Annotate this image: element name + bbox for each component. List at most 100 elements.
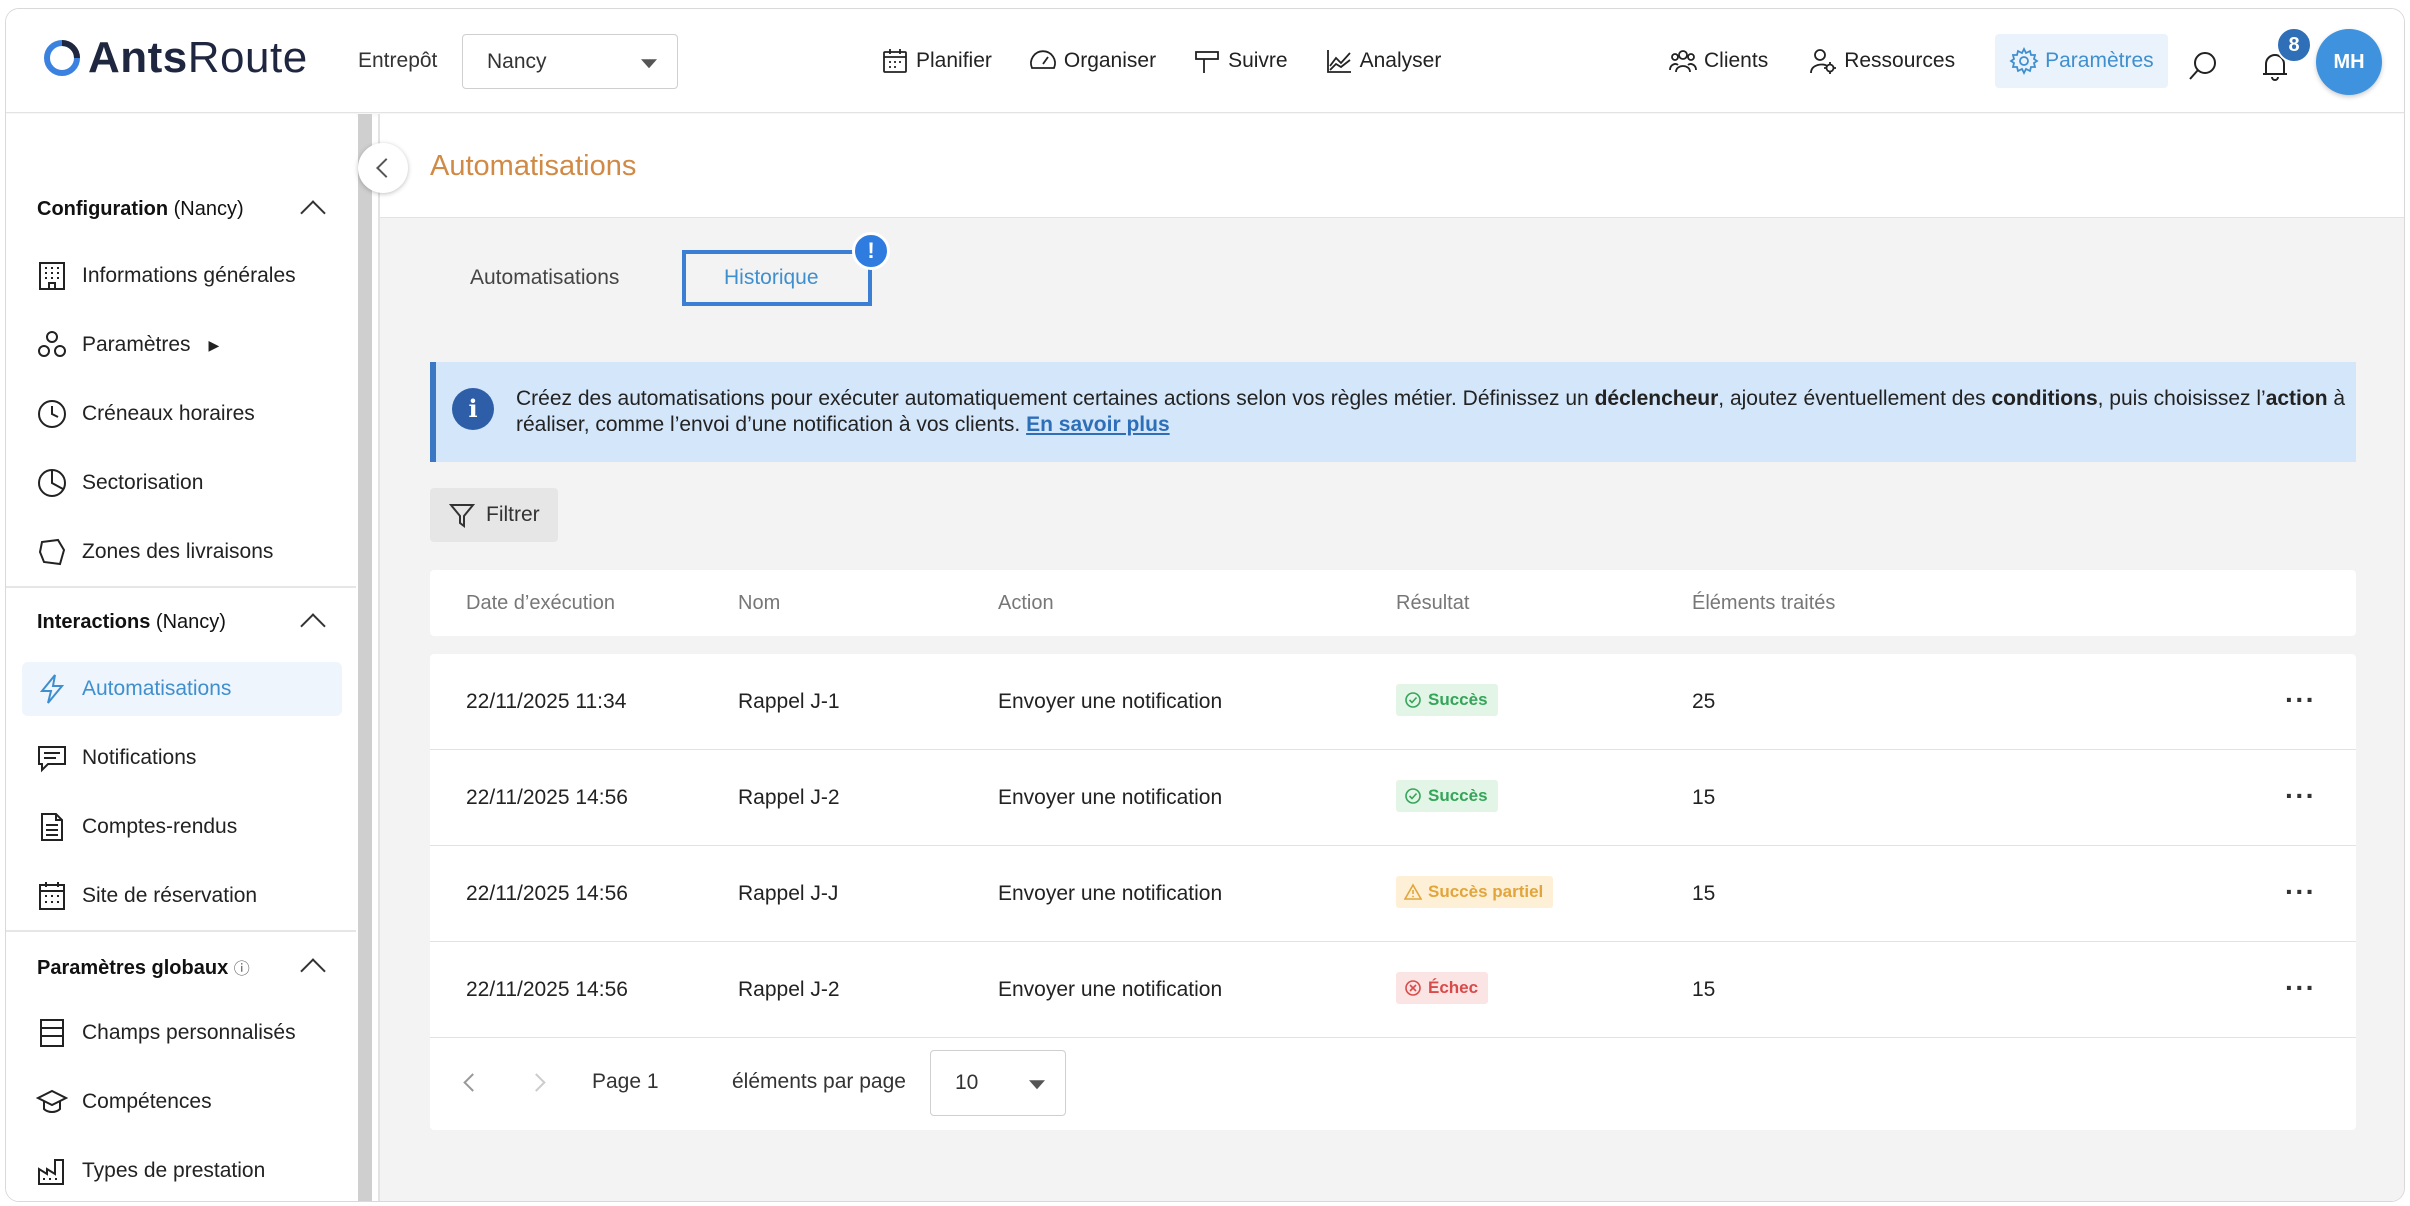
- chevron-right-icon[interactable]: [527, 1073, 546, 1092]
- tab-automatisations[interactable]: Automatisations: [470, 266, 619, 290]
- cell-name: Rappel J-2: [738, 978, 840, 1001]
- info-icon: i: [452, 388, 494, 430]
- check-circle-icon: [1405, 692, 1421, 708]
- antsroute-logo[interactable]: AntsRoute: [42, 33, 308, 83]
- main-nav: Planifier Organiser Suivre Analyser: [880, 9, 1441, 113]
- sidebar-item-zones-des-livraisons[interactable]: Zones des livraisons: [32, 525, 342, 579]
- error-circle-icon: [1405, 980, 1421, 996]
- per-page-select[interactable]: 10: [930, 1050, 1066, 1116]
- nav-suivre[interactable]: Suivre: [1192, 46, 1288, 76]
- sidebar-item-label: Paramètres: [82, 333, 191, 356]
- chevron-up-icon[interactable]: [300, 200, 326, 226]
- user-gear-icon: [1810, 49, 1837, 74]
- section-header-interactions[interactable]: Interactions (Nancy): [37, 611, 226, 634]
- check-circle-icon: [1405, 788, 1421, 804]
- top-header: AntsRoute Entrepôt Nancy Planifier Organ…: [6, 9, 2404, 113]
- nav-clients[interactable]: Clients: [1668, 46, 1768, 76]
- section-suffix: (Nancy): [150, 611, 226, 633]
- chevron-up-icon[interactable]: [300, 613, 326, 639]
- pie-icon: [38, 469, 66, 497]
- chevron-left-icon: [375, 158, 396, 178]
- column-header-resultat[interactable]: Résultat: [1396, 592, 1469, 615]
- learn-more-link[interactable]: En savoir plus: [1026, 413, 1170, 436]
- info-banner: i Créez des automatisations pour exécute…: [430, 362, 2356, 462]
- sidebar-item-automatisations[interactable]: Automatisations: [22, 662, 342, 716]
- signpost-icon: [1195, 51, 1219, 73]
- cell-count: 15: [1692, 882, 1716, 905]
- sidebar-item-competences[interactable]: Compétences: [32, 1075, 342, 1129]
- section-header-parametres-globaux[interactable]: Paramètres globaux ⓘ: [37, 955, 250, 980]
- cell-date: 22/11/2025 14:56: [466, 786, 628, 809]
- history-table: 22/11/2025 11:34 Rappel J-1 Envoyer une …: [430, 654, 2356, 1130]
- filter-icon: [448, 504, 476, 528]
- sidebar-item-label: Comptes-rendus: [82, 815, 238, 838]
- warehouse-select[interactable]: Nancy: [462, 34, 678, 89]
- filter-button[interactable]: Filtrer: [430, 488, 558, 542]
- nav-ressources-label: Ressources: [1844, 49, 1956, 72]
- more-options-icon[interactable]: ···: [2285, 780, 2316, 812]
- app-window: AntsRoute Entrepôt Nancy Planifier Organ…: [5, 8, 2405, 1202]
- page-indicator: Page 1: [592, 1070, 659, 1093]
- graduation-icon: [36, 1089, 68, 1113]
- info-icon: ⓘ: [233, 961, 250, 978]
- more-options-icon[interactable]: ···: [2285, 684, 2316, 716]
- nav-analyser-label: Analyser: [1359, 49, 1442, 72]
- column-header-action[interactable]: Action: [998, 592, 1054, 615]
- sidebar-item-creneaux-horaires[interactable]: Créneaux horaires: [32, 387, 342, 441]
- cell-count: 15: [1692, 786, 1716, 809]
- table-row[interactable]: 22/11/2025 14:56 Rappel J-2 Envoyer une …: [430, 750, 2356, 846]
- cell-date: 22/11/2025 11:34: [466, 690, 627, 713]
- cell-count: 15: [1692, 978, 1716, 1001]
- column-header-nom[interactable]: Nom: [738, 592, 780, 615]
- section-divider: [6, 930, 356, 932]
- more-options-icon[interactable]: ···: [2285, 876, 2316, 908]
- page-header: Automatisations: [380, 114, 2404, 218]
- clock-icon: [38, 400, 66, 428]
- search-button[interactable]: [2186, 49, 2220, 83]
- notification-count-badge: 8: [2276, 27, 2312, 63]
- nav-ressources[interactable]: Ressources: [1808, 46, 1955, 76]
- sidebar-item-sectorisation[interactable]: Sectorisation: [32, 456, 342, 510]
- table-header: Date d’exécution Nom Action Résultat Élé…: [430, 570, 2356, 636]
- tab-historique[interactable]: Historique: [682, 250, 872, 306]
- nav-planifier[interactable]: Planifier: [880, 46, 992, 76]
- section-header-configuration[interactable]: Configuration (Nancy): [37, 198, 244, 221]
- search-icon: [2189, 52, 2216, 80]
- table-row[interactable]: 22/11/2025 11:34 Rappel J-1 Envoyer une …: [430, 654, 2356, 750]
- sidebar-scrollbar[interactable]: [358, 114, 372, 1201]
- users-icon: [1669, 50, 1697, 73]
- sidebar-item-label: Site de réservation: [82, 884, 258, 907]
- message-icon: [38, 746, 66, 773]
- table-row[interactable]: 22/11/2025 14:56 Rappel J-J Envoyer une …: [430, 846, 2356, 942]
- sidebar-item-types-de-prestation[interactable]: Types de prestation: [32, 1144, 342, 1198]
- status-badge: Succès: [1396, 780, 1498, 812]
- user-avatar[interactable]: MH: [2316, 29, 2382, 95]
- table-row[interactable]: 22/11/2025 14:56 Rappel J-2 Envoyer une …: [430, 942, 2356, 1038]
- collapse-sidebar-button[interactable]: [358, 143, 408, 193]
- sidebar-item-champs-personnalises[interactable]: Champs personnalisés: [32, 1006, 342, 1060]
- cell-name: Rappel J-1: [738, 690, 840, 713]
- more-options-icon[interactable]: ···: [2285, 972, 2316, 1004]
- nav-analyser[interactable]: Analyser: [1324, 46, 1442, 76]
- sidebar-item-informations-generales[interactable]: Informations générales: [32, 249, 342, 303]
- sidebar-item-site-de-reservation[interactable]: Site de réservation: [32, 869, 342, 923]
- cell-action: Envoyer une notification: [998, 786, 1223, 809]
- nav-parametres[interactable]: Paramètres: [1995, 34, 2168, 88]
- warehouse-label: Entrepôt: [358, 49, 438, 72]
- sidebar-item-notifications[interactable]: Notifications: [32, 731, 342, 785]
- nav-clients-label: Clients: [1704, 49, 1769, 72]
- sidebar-item-comptes-rendus[interactable]: Comptes-rendus: [32, 800, 342, 854]
- logo-light: Route: [187, 33, 308, 82]
- alert-badge-icon: !: [852, 232, 890, 270]
- nav-organiser[interactable]: Organiser: [1028, 46, 1156, 76]
- warning-icon: [1404, 883, 1422, 900]
- column-header-date[interactable]: Date d’exécution: [466, 592, 615, 615]
- bolt-icon: [39, 674, 65, 704]
- sidebar-item-parametres[interactable]: Paramètres ▶: [32, 318, 342, 372]
- main-content: Automatisations Automatisations Historiq…: [380, 114, 2404, 1201]
- chevron-up-icon[interactable]: [300, 958, 326, 984]
- chevron-left-icon[interactable]: [463, 1073, 482, 1092]
- section-title: Interactions: [37, 611, 151, 633]
- column-header-elements[interactable]: Éléments traités: [1692, 592, 1835, 615]
- sidebar-item-label: Automatisations: [82, 677, 232, 700]
